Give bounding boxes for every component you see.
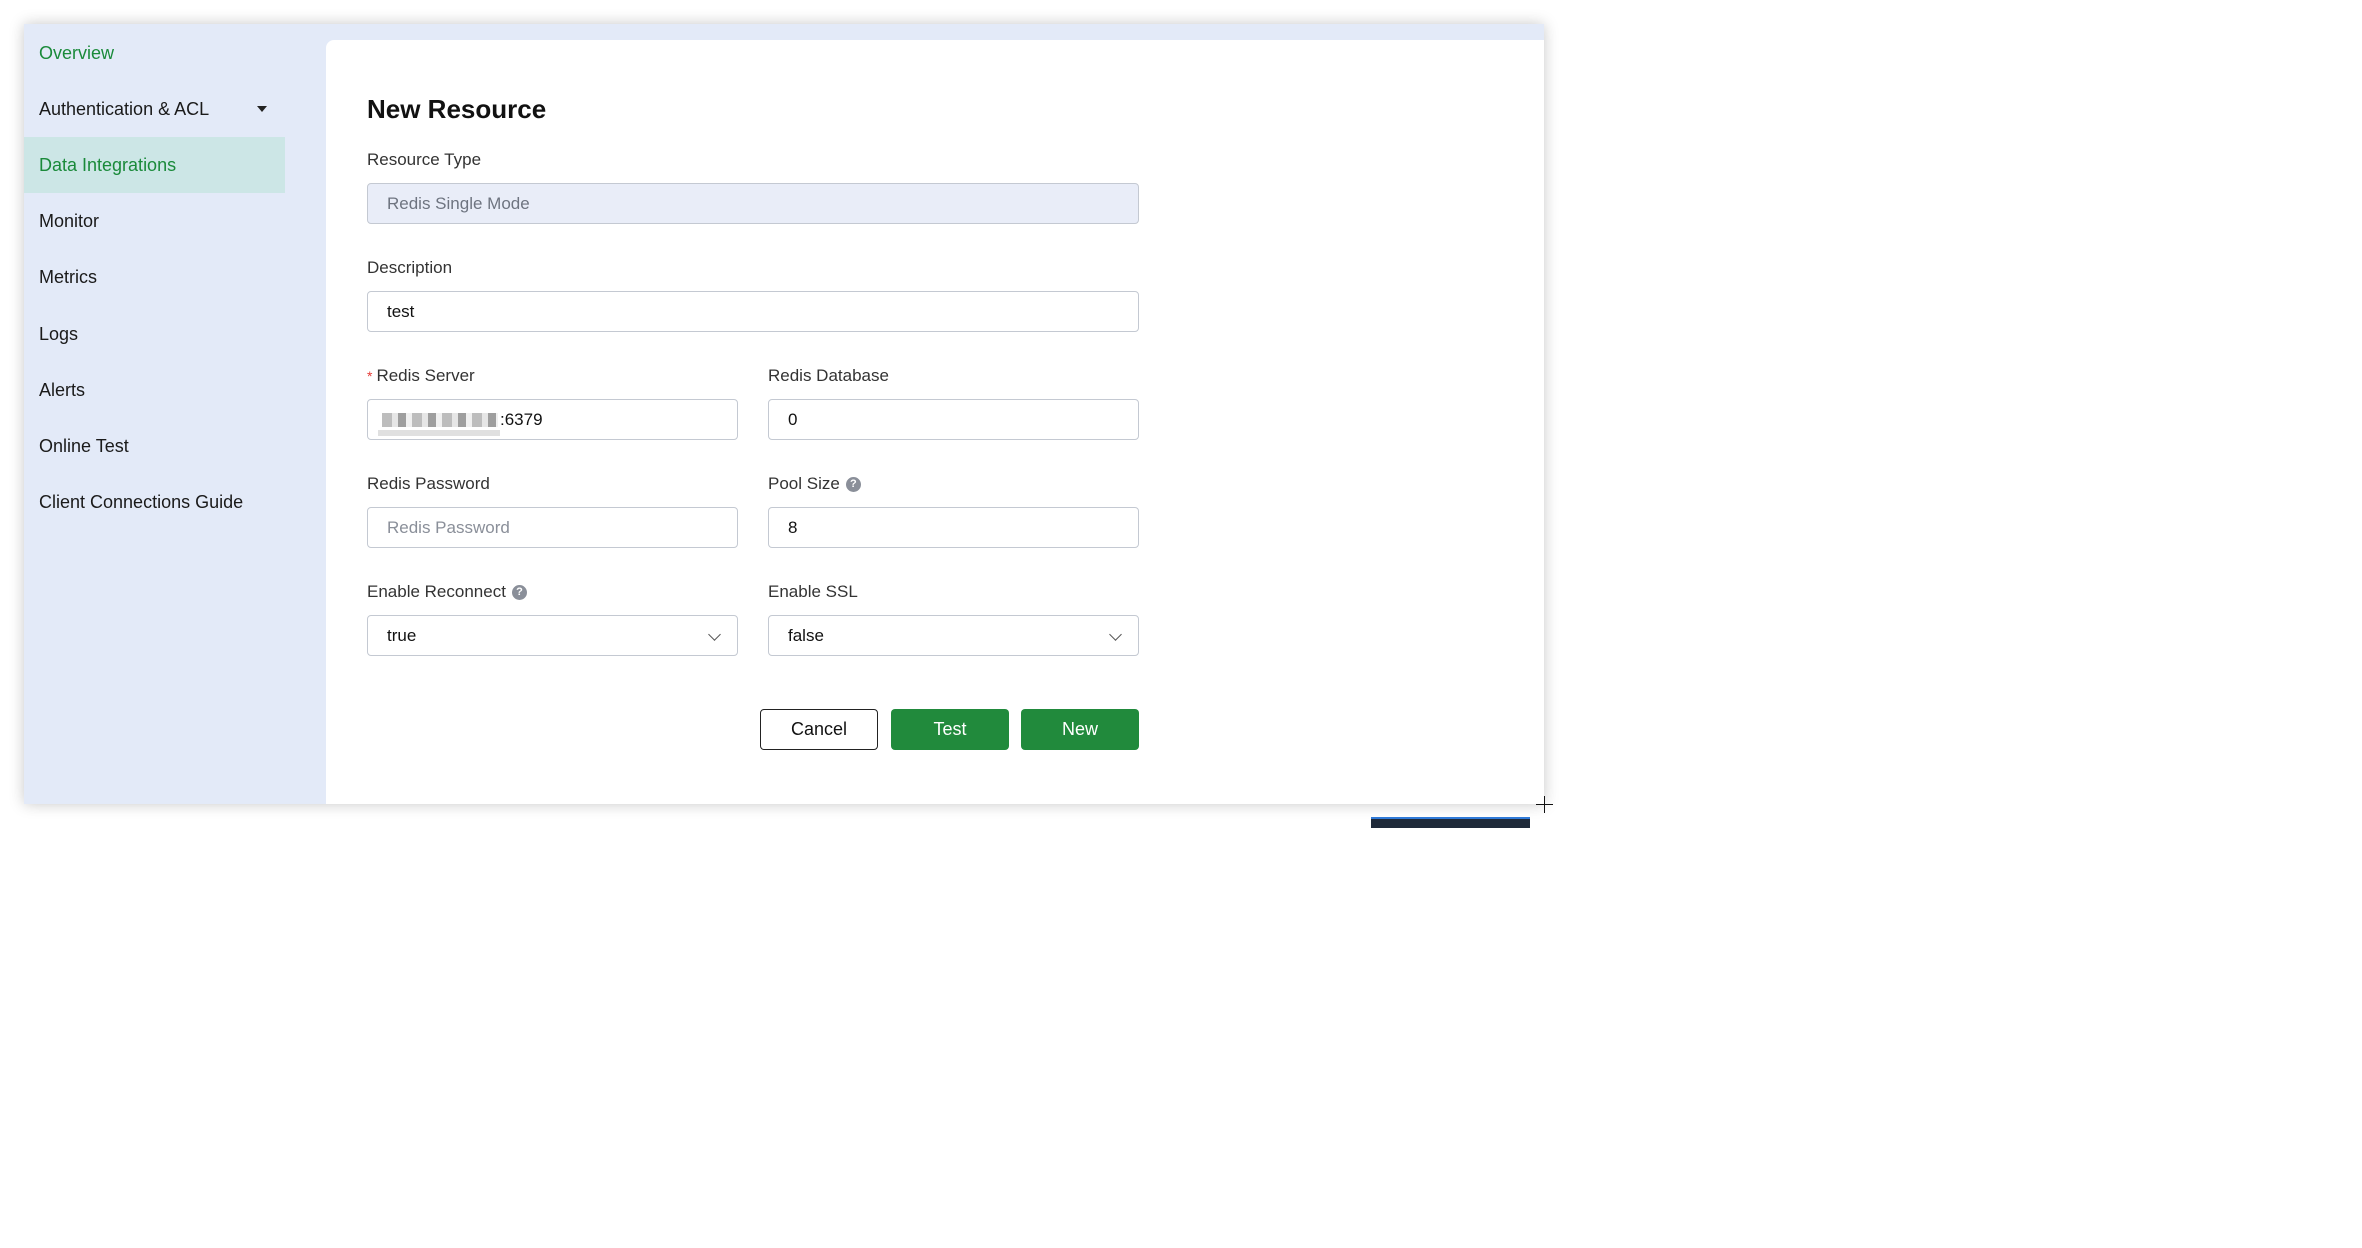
redis-database-label: Redis Database [768, 366, 889, 386]
redis-password-input[interactable] [387, 517, 737, 538]
sidebar-item-label: Overview [39, 42, 115, 63]
enable-reconnect-label-text: Enable Reconnect [367, 582, 506, 601]
description-input[interactable] [387, 301, 1138, 322]
redis-server-port: :6379 [500, 409, 543, 429]
redacted-host-image [382, 412, 498, 427]
help-icon[interactable]: ? [845, 476, 861, 492]
resource-type-value: Redis Single Mode [387, 193, 530, 213]
redis-database-input[interactable] [788, 409, 1138, 430]
enable-ssl-value: false [788, 625, 824, 645]
new-button[interactable]: New [1021, 709, 1139, 750]
chevron-down-icon [708, 628, 721, 641]
sidebar-item-label: Metrics [39, 266, 97, 287]
sidebar-item-label: Alerts [39, 379, 86, 400]
sidebar-item-client-connections-guide[interactable]: Client Connections Guide [24, 474, 285, 530]
help-icon[interactable]: ? [511, 584, 527, 600]
enable-reconnect-value: true [387, 625, 417, 645]
cancel-button[interactable]: Cancel [760, 709, 878, 750]
sidebar-item-authentication-acl[interactable]: Authentication & ACL [24, 81, 285, 137]
redis-server-label: * Redis Server [367, 366, 475, 386]
description-field[interactable] [367, 291, 1139, 332]
main-panel: New Resource Resource Type Redis Single … [326, 40, 1544, 804]
page-title: New Resource [367, 94, 547, 124]
sidebar-item-metrics[interactable]: Metrics [24, 249, 285, 305]
sidebar-item-label: Data Integrations [39, 154, 177, 175]
sidebar-item-label: Client Connections Guide [39, 491, 244, 512]
sidebar-item-data-integrations[interactable]: Data Integrations [24, 137, 285, 193]
pool-size-input[interactable] [788, 517, 1138, 538]
taskbar-thumbnail [1371, 817, 1530, 828]
sidebar-item-logs[interactable]: Logs [24, 306, 285, 362]
pool-size-label-text: Pool Size [768, 474, 840, 493]
sidebar-item-alerts[interactable]: Alerts [24, 362, 285, 418]
sidebar-item-label: Online Test [39, 435, 129, 456]
resource-type-label: Resource Type [367, 150, 481, 170]
caret-down-icon[interactable] [257, 106, 267, 112]
sidebar-item-label: Logs [39, 323, 79, 344]
enable-ssl-label: Enable SSL [768, 582, 858, 602]
enable-ssl-select[interactable]: false [768, 615, 1139, 656]
pool-size-field[interactable] [768, 507, 1139, 548]
redis-password-label: Redis Password [367, 474, 490, 494]
sidebar-item-online-test[interactable]: Online Test [24, 418, 285, 474]
redis-database-field[interactable] [768, 399, 1139, 440]
resource-type-label-text: Resource Type [367, 150, 482, 169]
description-label-text: Description [367, 258, 453, 277]
sidebar-item-label: Authentication & ACL [39, 98, 210, 119]
sidebar: Overview Authentication & ACL Data Integ… [24, 24, 326, 804]
sidebar-item-overview[interactable]: Overview [24, 25, 285, 81]
resource-type-field: Redis Single Mode [367, 183, 1139, 224]
sidebar-item-monitor[interactable]: Monitor [24, 193, 285, 249]
enable-reconnect-select[interactable]: true [367, 615, 738, 656]
redis-server-field[interactable]: :6379 [367, 399, 738, 440]
crosshair-cursor-icon [1536, 796, 1553, 813]
description-label: Description [367, 258, 452, 278]
chevron-down-icon [1109, 628, 1122, 641]
redis-database-label-text: Redis Database [768, 366, 889, 385]
redis-password-field[interactable] [367, 507, 738, 548]
sidebar-item-label: Monitor [39, 210, 100, 231]
redis-password-label-text: Redis Password [367, 474, 490, 493]
test-button[interactable]: Test [891, 709, 1009, 750]
redis-server-label-text: Redis Server [376, 366, 475, 385]
enable-reconnect-label: Enable Reconnect ? [367, 582, 527, 602]
enable-ssl-label-text: Enable SSL [768, 582, 858, 601]
required-asterisk: * [367, 368, 373, 384]
app-window: Overview Authentication & ACL Data Integ… [24, 24, 1544, 804]
redacted-host-underline [378, 430, 500, 436]
pool-size-label: Pool Size ? [768, 474, 861, 494]
